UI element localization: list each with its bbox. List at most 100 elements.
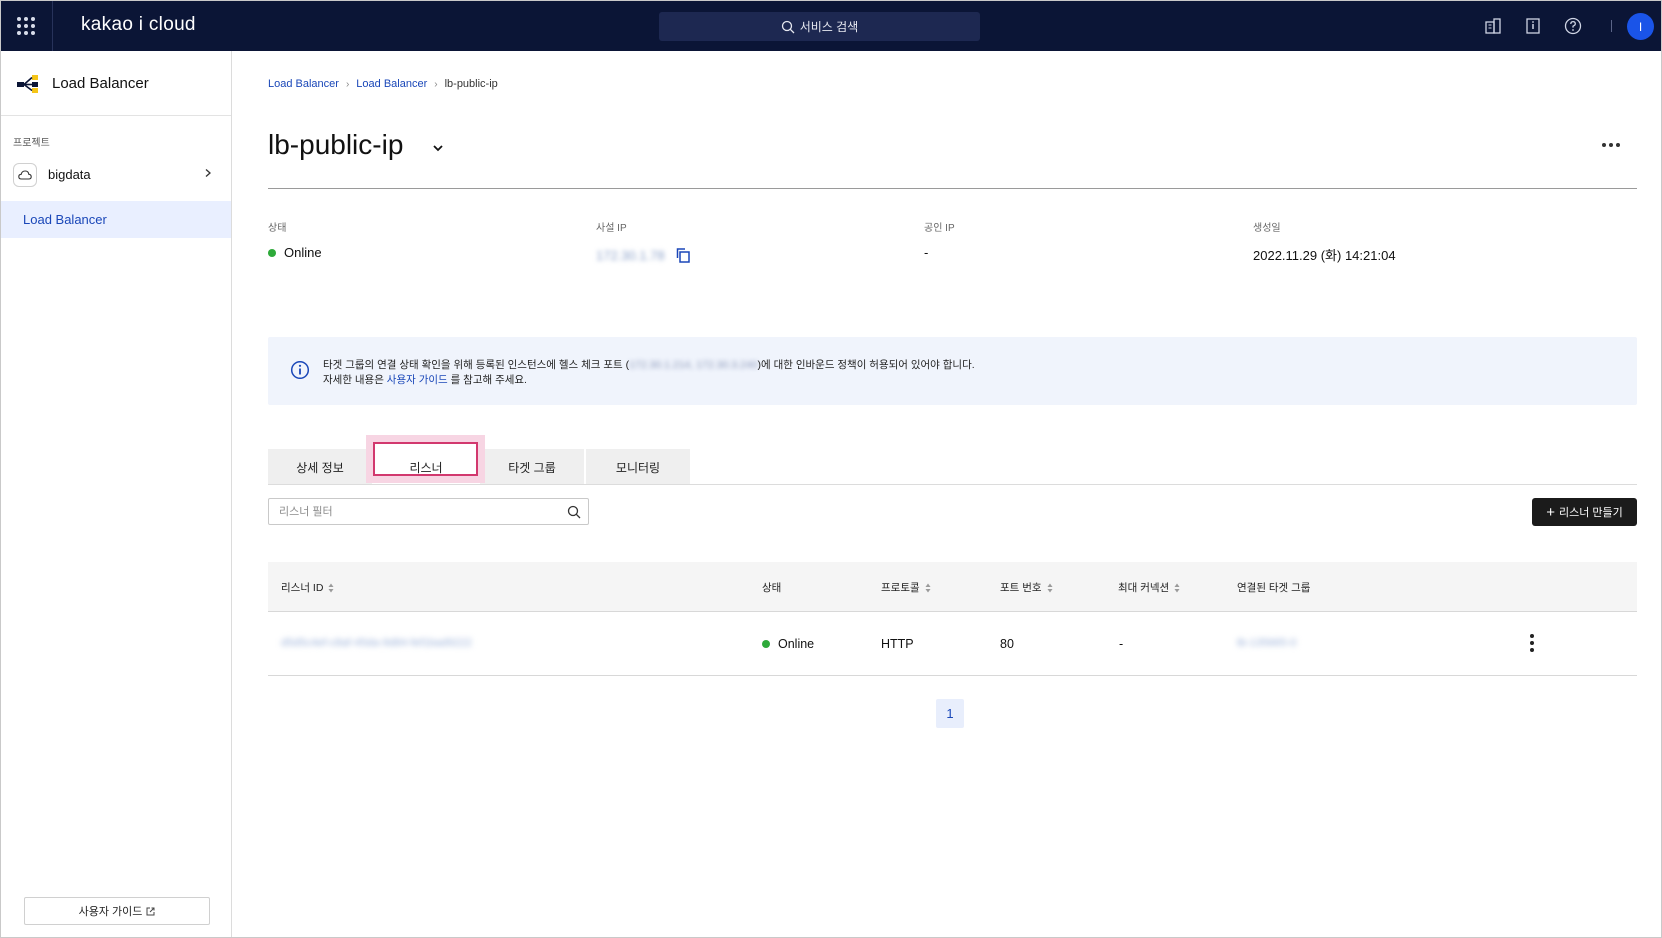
column-header-target-group: 연결된 타겟 그룹 (1237, 580, 1310, 595)
sidebar: Load Balancer 프로젝트 bigdata Load Balancer… (1, 51, 232, 937)
chevron-right-icon (205, 169, 211, 177)
divider (268, 484, 1637, 485)
load-balancer-icon (17, 75, 38, 93)
main-content: Load Balancer › Load Balancer › lb-publi… (232, 51, 1661, 937)
column-header-label: 리스너 ID (281, 582, 324, 594)
breadcrumb: Load Balancer › Load Balancer › lb-publi… (268, 78, 498, 90)
create-listener-label: 리스너 만들기 (1558, 507, 1623, 519)
row-protocol: HTTP (881, 637, 914, 651)
breadcrumb-link[interactable]: Load Balancer (268, 78, 339, 90)
column-header-label: 연결된 타겟 그룹 (1237, 582, 1311, 594)
breadcrumb-link[interactable]: Load Balancer (356, 78, 427, 90)
private-ip-value-row: 172.30.1.78 (596, 247, 691, 263)
page-title: lb-public-ip (268, 129, 404, 160)
apps-grid-icon[interactable] (17, 17, 35, 35)
plus-icon: + (1546, 503, 1555, 521)
row-status: Online (762, 637, 814, 651)
private-ip-label: 사설 IP (596, 223, 627, 234)
cloud-icon (13, 163, 37, 187)
logo[interactable]: kakao i cloud (81, 14, 196, 36)
row-target-group-link[interactable]: tb-135665-0 (1237, 637, 1296, 649)
building-icon[interactable] (1483, 16, 1503, 36)
public-ip-value: - (924, 245, 929, 260)
tab-highlight-border (373, 442, 478, 476)
pagination-page-1[interactable]: 1 (936, 699, 964, 728)
sidebar-service-title: Load Balancer (52, 75, 149, 92)
notice-text: 자세한 내용은 (323, 374, 387, 386)
status-info: 상태 Online (268, 219, 322, 260)
breadcrumb-current: lb-public-ip (444, 78, 498, 90)
sort-icon (328, 583, 334, 592)
created-label: 생성일 (1253, 223, 1281, 234)
divider (268, 188, 1637, 189)
listener-filter (268, 498, 589, 525)
divider (1611, 20, 1612, 32)
notice-line-1: 타겟 그룹의 연결 상태 확인을 위해 등록된 인스턴스에 헬스 체크 포트 (… (323, 357, 975, 372)
created-value: 2022.11.29 (화) 14:21:04 (1253, 248, 1396, 263)
chevron-right-icon: › (434, 78, 438, 90)
notice-line-2: 자세한 내용은 사용자 가이드 를 참고해 주세요. (323, 372, 527, 387)
app-window: kakao i cloud 서비스 검색 I Load Balancer 프로젝… (0, 0, 1662, 938)
sort-icon (1047, 583, 1053, 592)
tab-target-group[interactable]: 타겟 그룹 (480, 449, 586, 485)
divider (52, 1, 53, 51)
notice-text: 를 참고해 주세요. (447, 374, 527, 386)
tab-monitoring[interactable]: 모니터링 (586, 449, 692, 485)
chevron-down-icon[interactable] (432, 143, 444, 153)
search-icon[interactable] (567, 505, 581, 519)
top-bar: kakao i cloud 서비스 검색 I (1, 1, 1661, 51)
external-link-icon (146, 907, 155, 915)
sort-icon (1174, 583, 1180, 592)
project-selector[interactable]: bigdata (1, 155, 231, 195)
private-ip-info: 사설 IP 172.30.1.78 (596, 219, 691, 263)
info-icon (290, 360, 310, 380)
status-value: Online (284, 245, 322, 260)
status-label: 상태 (268, 223, 287, 234)
sidebar-item-label: Load Balancer (23, 212, 107, 227)
avatar[interactable]: I (1627, 13, 1654, 40)
sidebar-item-load-balancer[interactable]: Load Balancer (1, 201, 231, 238)
search-icon (781, 20, 795, 33)
public-ip-info: 공인 IP - (924, 219, 955, 260)
column-header-max-conn[interactable]: 최대 커넥션 (1118, 580, 1180, 595)
help-icon[interactable] (1563, 16, 1583, 36)
tab-details[interactable]: 상세 정보 (268, 449, 374, 485)
more-options-icon[interactable] (1602, 143, 1620, 147)
column-header-port[interactable]: 포트 번호 (1000, 580, 1053, 595)
user-guide-label: 사용자 가이드 (78, 906, 143, 918)
private-ip-value: 172.30.1.78 (596, 247, 665, 263)
column-header-label: 포트 번호 (1000, 582, 1042, 594)
sort-icon (925, 583, 931, 592)
global-search-placeholder: 서비스 검색 (799, 20, 859, 34)
column-header-label: 프로토콜 (881, 582, 920, 594)
copy-icon[interactable] (675, 247, 691, 263)
listener-table: 리스너 ID 상태 프로토콜 포트 번호 최대 커넥션 연결된 타겟 그룹 d5… (268, 562, 1637, 676)
column-header-label: 상태 (762, 582, 782, 594)
column-header-id[interactable]: 리스너 ID (281, 580, 334, 595)
status-online-dot (268, 248, 276, 257)
notice-text: 타겟 그룹의 연결 상태 확인을 위해 등록된 인스턴스에 헬스 체크 포트 ( (323, 359, 630, 371)
global-search-input[interactable]: 서비스 검색 (659, 12, 980, 41)
table-row[interactable]: d5d5c4ef-c8af-45da-9d84-fef1bad9222 Onli… (268, 612, 1637, 676)
user-guide-link[interactable]: 사용자 가이드 (387, 374, 448, 386)
row-more-options-icon[interactable] (1530, 634, 1534, 652)
column-header-label: 최대 커넥션 (1118, 582, 1170, 594)
info-card-icon[interactable] (1523, 16, 1543, 36)
listener-id[interactable]: d5d5c4ef-c8af-45da-9d84-fef1bad9222 (281, 637, 472, 649)
column-header-status: 상태 (762, 580, 781, 595)
project-label: 프로젝트 (13, 138, 50, 149)
row-port: 80 (1000, 637, 1014, 651)
chevron-right-icon: › (345, 78, 350, 90)
create-listener-button[interactable]: + 리스너 만들기 (1532, 498, 1637, 526)
column-header-protocol[interactable]: 프로토콜 (881, 580, 931, 595)
project-name: bigdata (48, 167, 91, 182)
row-status-value: Online (778, 637, 815, 651)
listener-filter-input[interactable] (269, 499, 559, 524)
created-info: 생성일 2022.11.29 (화) 14:21:04 (1253, 219, 1396, 264)
public-ip-label: 공인 IP (924, 223, 955, 234)
info-notice: 타겟 그룹의 연결 상태 확인을 위해 등록된 인스턴스에 헬스 체크 포트 (… (268, 337, 1637, 405)
notice-ips: 172.30.1.214, 172.30.3.240 (629, 359, 758, 371)
status-value-row: Online (268, 245, 322, 260)
notice-text: )에 대한 인바운드 정책이 허용되어 있어야 합니다. (757, 359, 975, 371)
user-guide-button[interactable]: 사용자 가이드 (24, 897, 210, 925)
